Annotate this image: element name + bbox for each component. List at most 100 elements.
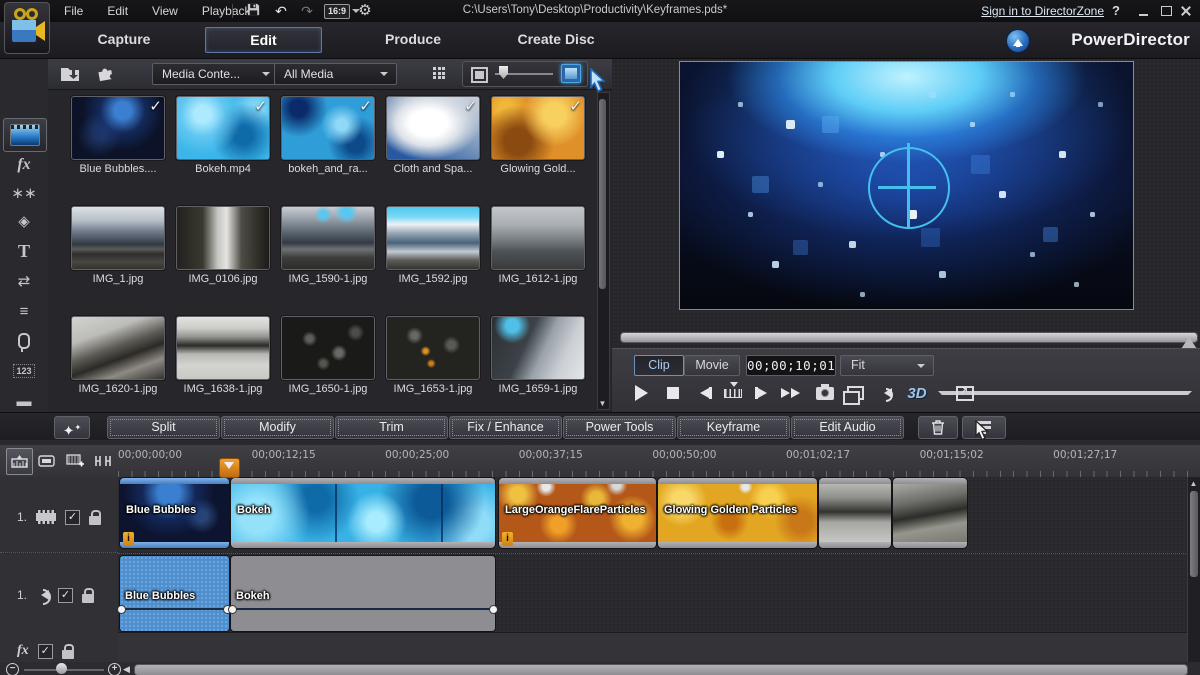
storyboard-view-icon[interactable] [34,448,59,473]
3d-mode-button[interactable]: 3D [902,381,932,405]
timeline-zoom-slider-thumb[interactable] [56,663,67,674]
video-clip[interactable] [893,478,967,548]
zoom-in-icon[interactable]: + [108,663,121,675]
scroll-down-icon[interactable]: ▼ [598,399,607,408]
volume-keyframe-handle[interactable] [489,605,498,614]
menu-file[interactable]: File [52,0,95,18]
title-room-icon[interactable]: T [9,238,39,264]
timeline-scrollbar-thumb[interactable] [1190,491,1198,577]
media-item-img-1659-1-jpg[interactable]: IMG_1659-1.jpg [488,316,588,395]
track-lock-icon[interactable] [82,594,94,603]
timeline-view-icon[interactable] [6,448,33,475]
next-frame-button[interactable] [750,381,776,405]
close-icon[interactable] [1178,5,1194,17]
trim-button[interactable]: Trim [335,416,448,439]
media-item-bokeh-and-ra[interactable]: ✓bokeh_and_ra... [278,96,378,175]
tab-capture[interactable]: Capture [64,27,184,51]
media-item-img-1590-1-jpg[interactable]: IMG_1590-1.jpg [278,206,378,285]
preview-seek-slider[interactable] [620,332,1198,343]
minimize-icon[interactable] [1136,5,1152,17]
menu-view[interactable]: View [140,0,190,18]
tab-produce[interactable]: Produce [353,27,473,51]
media-item-img-1620-1-jpg[interactable]: IMG_1620-1.jpg [68,316,168,395]
previous-frame-button[interactable] [690,381,716,405]
audio-mixing-room-icon[interactable]: ≡ [9,298,39,324]
media-item-img-1650-1-jpg[interactable]: IMG_1650-1.jpg [278,316,378,395]
volume-keyframe-handle[interactable] [228,605,237,614]
zoom-fit-dropdown[interactable]: Fit [840,355,934,376]
snap-frames-icon[interactable] [90,448,115,473]
menu-edit[interactable]: Edit [95,0,140,18]
large-thumbnail-icon[interactable] [561,64,581,83]
fx-track[interactable] [118,632,1188,662]
settings-gear-icon[interactable]: ⚙ [354,2,376,20]
seek-to-position-button[interactable] [720,381,746,405]
playhead-marker[interactable] [219,458,240,478]
undock-preview-icon[interactable] [952,381,978,405]
sort-grid-view-icon[interactable] [426,62,452,84]
undo-icon[interactable]: ↶ [270,2,292,20]
video-clip-glowing-golden-particles[interactable]: Glowing Golden Particles [658,478,817,548]
snapshot-camera-icon[interactable] [812,381,838,405]
clip-info-icon[interactable]: i [123,532,134,546]
media-item-blue-bubbles[interactable]: ✓Blue Bubbles.... [68,96,168,175]
effects-room-icon[interactable]: fx [9,152,39,178]
media-item-img-1638-1-jpg[interactable]: IMG_1638-1.jpg [173,316,273,395]
track-enable-checkbox[interactable]: ✓ [38,644,53,659]
track-enable-checkbox[interactable]: ✓ [65,510,80,525]
media-item-cloth-and-spa[interactable]: ✓Cloth and Spa... [383,96,483,175]
scroll-left-icon[interactable]: ◀ [123,664,130,675]
transition-room-icon[interactable]: ⇄ [9,268,39,294]
tab-create-disc[interactable]: Create Disc [495,27,617,51]
aspect-ratio-button[interactable]: 16:9 [324,4,350,19]
media-item-img-1653-1-jpg[interactable]: IMG_1653-1.jpg [383,316,483,395]
tab-edit[interactable]: Edit [205,27,322,53]
track-manager-icon[interactable] [962,416,1006,439]
voiceover-room-icon[interactable] [9,328,39,354]
volume-rubber-band[interactable] [231,608,495,610]
timecode-display[interactable]: 00;00;10;01 [746,355,836,376]
save-icon[interactable] [242,2,264,20]
video-clip[interactable] [819,478,891,548]
media-item-img-1-jpg[interactable]: IMG_1.jpg [68,206,168,285]
audio-clip-blue-bubbles[interactable]: Blue Bubbles [120,556,229,631]
track-lock-icon[interactable] [89,516,101,525]
preview-window-icon[interactable] [842,381,868,405]
media-item-bokeh-mp4[interactable]: ✓Bokeh.mp4 [173,96,273,175]
split-button[interactable]: Split [107,416,220,439]
play-button[interactable] [630,381,656,405]
sign-in-link[interactable]: Sign in to DirectorZone [981,4,1104,18]
zoom-out-icon[interactable]: − [6,663,19,675]
media-item-glowing-gold[interactable]: ✓Glowing Gold... [488,96,588,175]
media-item-img-0106-jpg[interactable]: IMG_0106.jpg [173,206,273,285]
timeline-ruler[interactable]: 00;00;00;0000;00;12;1500;00;25;0000;00;3… [0,445,1200,478]
movie-mode-button[interactable]: Movie [684,355,740,376]
media-content-dropdown[interactable]: Media Conte... [152,63,279,85]
power-tools-button[interactable]: Power Tools [563,416,676,439]
media-room-icon[interactable] [3,118,47,152]
download-template-puzzle-icon[interactable] [93,62,119,84]
add-track-icon[interactable] [62,448,87,473]
chapter-room-icon[interactable]: 123 [9,358,39,384]
pip-objects-room-icon[interactable]: ∗∗ [9,180,39,206]
help-icon[interactable]: ? [1108,3,1124,18]
video-clip-largeorangeflareparticles[interactable]: LargeOrangeFlareParticlesi [499,478,656,548]
video-clip-blue-bubbles[interactable]: Blue Bubblesi [120,478,229,548]
library-scrollbar[interactable]: ▼ [597,92,610,410]
small-thumbnail-icon[interactable] [471,67,488,83]
media-item-img-1612-1-jpg[interactable]: IMG_1612-1.jpg [488,206,588,285]
magic-fix-wand-icon[interactable]: ✦✦ [54,416,90,439]
maximize-icon[interactable] [1158,5,1174,17]
media-type-dropdown[interactable]: All Media [274,63,397,85]
timeline-horizontal-scrollbar[interactable] [134,664,1188,675]
track-enable-checkbox[interactable]: ✓ [58,588,73,603]
thumbnail-size-slider-thumb[interactable] [499,66,508,79]
particle-room-icon[interactable]: ◈ [9,208,39,234]
media-item-img-1592-jpg[interactable]: IMG_1592.jpg [383,206,483,285]
seek-slider-thumb[interactable] [1181,329,1197,349]
fast-forward-button[interactable] [780,381,806,405]
video-clip-bokeh[interactable]: Bokeh [231,478,495,548]
keyframe-position-indicator[interactable] [868,147,950,229]
audio-clip-bokeh[interactable]: Bokeh [231,556,495,631]
delete-trash-icon[interactable] [918,416,958,439]
